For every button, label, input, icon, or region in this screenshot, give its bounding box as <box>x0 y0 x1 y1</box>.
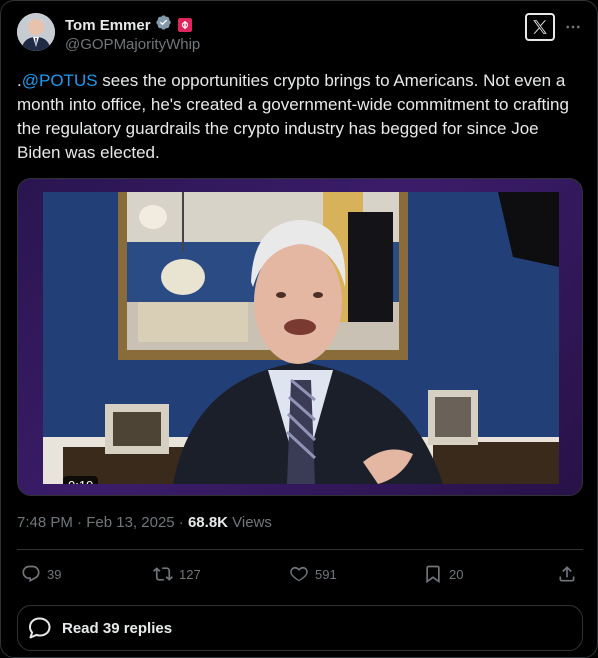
replies-bubble-icon <box>29 617 51 639</box>
video-frame[interactable]: 0:19 <box>43 192 559 484</box>
reply-button[interactable]: 39 <box>21 561 61 587</box>
video-media[interactable]: 0:19 <box>17 178 583 496</box>
retweet-button[interactable]: 127 <box>153 561 201 587</box>
verified-badge-icon[interactable] <box>155 14 172 36</box>
action-bar: 39 127 591 20 <box>17 561 583 589</box>
tweet-date[interactable]: Feb 13, 2025 <box>86 514 174 531</box>
views-label: Views <box>228 514 272 531</box>
like-count: 591 <box>315 566 337 582</box>
author-avatar[interactable] <box>17 13 55 51</box>
bookmark-icon <box>426 565 440 584</box>
like-button[interactable]: 591 <box>289 561 337 587</box>
reply-count: 39 <box>47 566 62 582</box>
author-display-name[interactable]: Tom Emmer <box>65 17 151 34</box>
video-duration: 0:19 <box>63 476 99 484</box>
retweet-count: 127 <box>179 566 201 582</box>
affiliation-badge-icon[interactable] <box>177 18 192 32</box>
more-icon[interactable] <box>563 17 583 37</box>
tweet-card: Tom Emmer @GOPMajorityWhip .@POTUS sees … <box>0 0 598 658</box>
meta-separator-2: · <box>174 514 188 531</box>
retweet-icon <box>153 567 173 581</box>
share-icon <box>559 566 575 582</box>
x-logo-icon[interactable] <box>525 13 555 41</box>
reply-icon <box>22 565 40 583</box>
tweet-text: .@POTUS sees the opportunities crypto br… <box>17 69 583 165</box>
divider <box>17 549 583 550</box>
tweet-time[interactable]: 7:48 PM <box>17 514 73 531</box>
read-replies-label: Read 39 replies <box>62 619 173 637</box>
bookmark-button[interactable]: 20 <box>423 561 463 587</box>
video-thumbnail <box>43 192 559 484</box>
read-replies-button[interactable]: Read 39 replies <box>17 605 583 651</box>
views-count: 68.8K <box>187 514 228 531</box>
author-handle[interactable]: @GOPMajorityWhip <box>65 36 200 53</box>
mention-link[interactable]: @POTUS <box>22 71 98 90</box>
share-button[interactable] <box>557 561 577 587</box>
tweet-body: sees the opportunities crypto brings to … <box>17 71 569 162</box>
tweet-header: Tom Emmer @GOPMajorityWhip <box>17 13 583 57</box>
tweet-meta: 7:48 PM · Feb 13, 2025 · 68.8K Views <box>17 514 272 531</box>
name-row: Tom Emmer <box>65 15 200 35</box>
like-icon <box>290 566 308 582</box>
meta-separator: · <box>72 514 87 531</box>
author-names: Tom Emmer @GOPMajorityWhip <box>65 15 200 53</box>
bookmark-count: 20 <box>449 566 464 582</box>
